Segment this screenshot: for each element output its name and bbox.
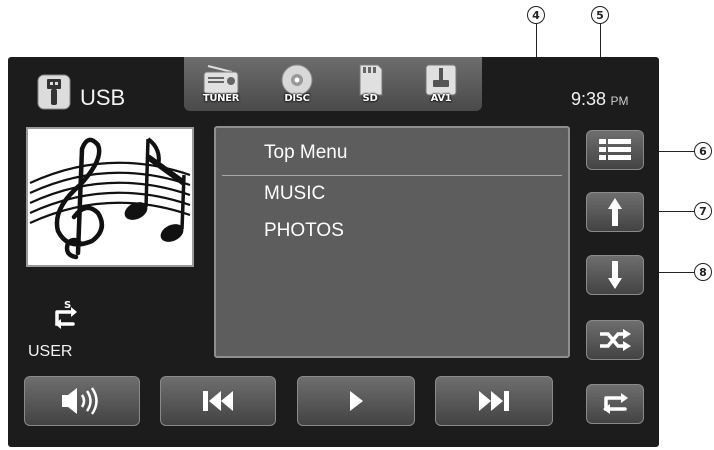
next-track-button[interactable] — [435, 376, 553, 426]
volume-button[interactable] — [24, 376, 140, 426]
menu-title: Top Menu — [264, 142, 348, 163]
repeat-mode-icon: S — [50, 300, 80, 332]
previous-track-icon — [203, 391, 233, 411]
source-selector-bar: TUNER DISC SD AV1 — [184, 57, 482, 111]
source-tuner-button[interactable]: TUNER — [198, 61, 244, 105]
source-disc-label: DISC — [284, 93, 310, 104]
callout-5: 5 — [591, 6, 609, 24]
music-notes-image — [29, 137, 191, 260]
clock-time: 9:38 — [571, 89, 607, 109]
play-button[interactable] — [297, 376, 415, 426]
repeat-mode-label: USER — [28, 343, 73, 360]
play-icon — [350, 391, 363, 411]
source-sd-button[interactable]: SD — [347, 61, 393, 105]
source-av1-button[interactable]: AV1 — [418, 61, 464, 105]
clock-ampm: PM — [610, 94, 629, 108]
repeat-icon — [603, 393, 628, 414]
menu-item-photos[interactable]: PHOTOS — [264, 220, 344, 242]
menu-item-music[interactable]: MUSIC — [264, 183, 325, 205]
repeat-mode-badge: S — [64, 300, 72, 311]
shuffle-icon — [600, 329, 631, 351]
shuffle-button[interactable] — [586, 320, 644, 360]
disc-icon — [281, 64, 313, 96]
menu-panel: Top Menu MUSIC PHOTOS — [214, 126, 570, 358]
down-arrow-icon — [608, 261, 622, 289]
source-av1-label: AV1 — [430, 93, 452, 104]
next-track-icon — [479, 391, 509, 411]
callout-4: 4 — [527, 6, 545, 24]
source-sd-label: SD — [362, 93, 378, 104]
callout-6: 6 — [694, 142, 712, 160]
radio-icon — [203, 65, 239, 95]
menu-divider — [222, 175, 562, 176]
clock: 9:38 PM — [571, 89, 629, 110]
usb-icon — [37, 74, 71, 110]
sd-card-icon — [359, 64, 383, 96]
up-arrow-icon — [608, 198, 622, 226]
list-button[interactable] — [586, 130, 644, 170]
volume-icon — [62, 387, 98, 415]
repeat-button[interactable] — [586, 384, 644, 424]
callout-8: 8 — [694, 263, 712, 281]
source-disc-button[interactable]: DISC — [274, 61, 320, 105]
current-source-label: USB — [80, 85, 126, 110]
list-icon — [599, 139, 631, 160]
scroll-down-button[interactable] — [586, 255, 644, 295]
callout-7: 7 — [694, 202, 712, 220]
av-input-icon — [425, 64, 457, 96]
previous-track-button[interactable] — [160, 376, 276, 426]
scroll-up-button[interactable] — [586, 192, 644, 232]
album-art — [26, 127, 194, 267]
source-tuner-label: TUNER — [202, 93, 240, 104]
